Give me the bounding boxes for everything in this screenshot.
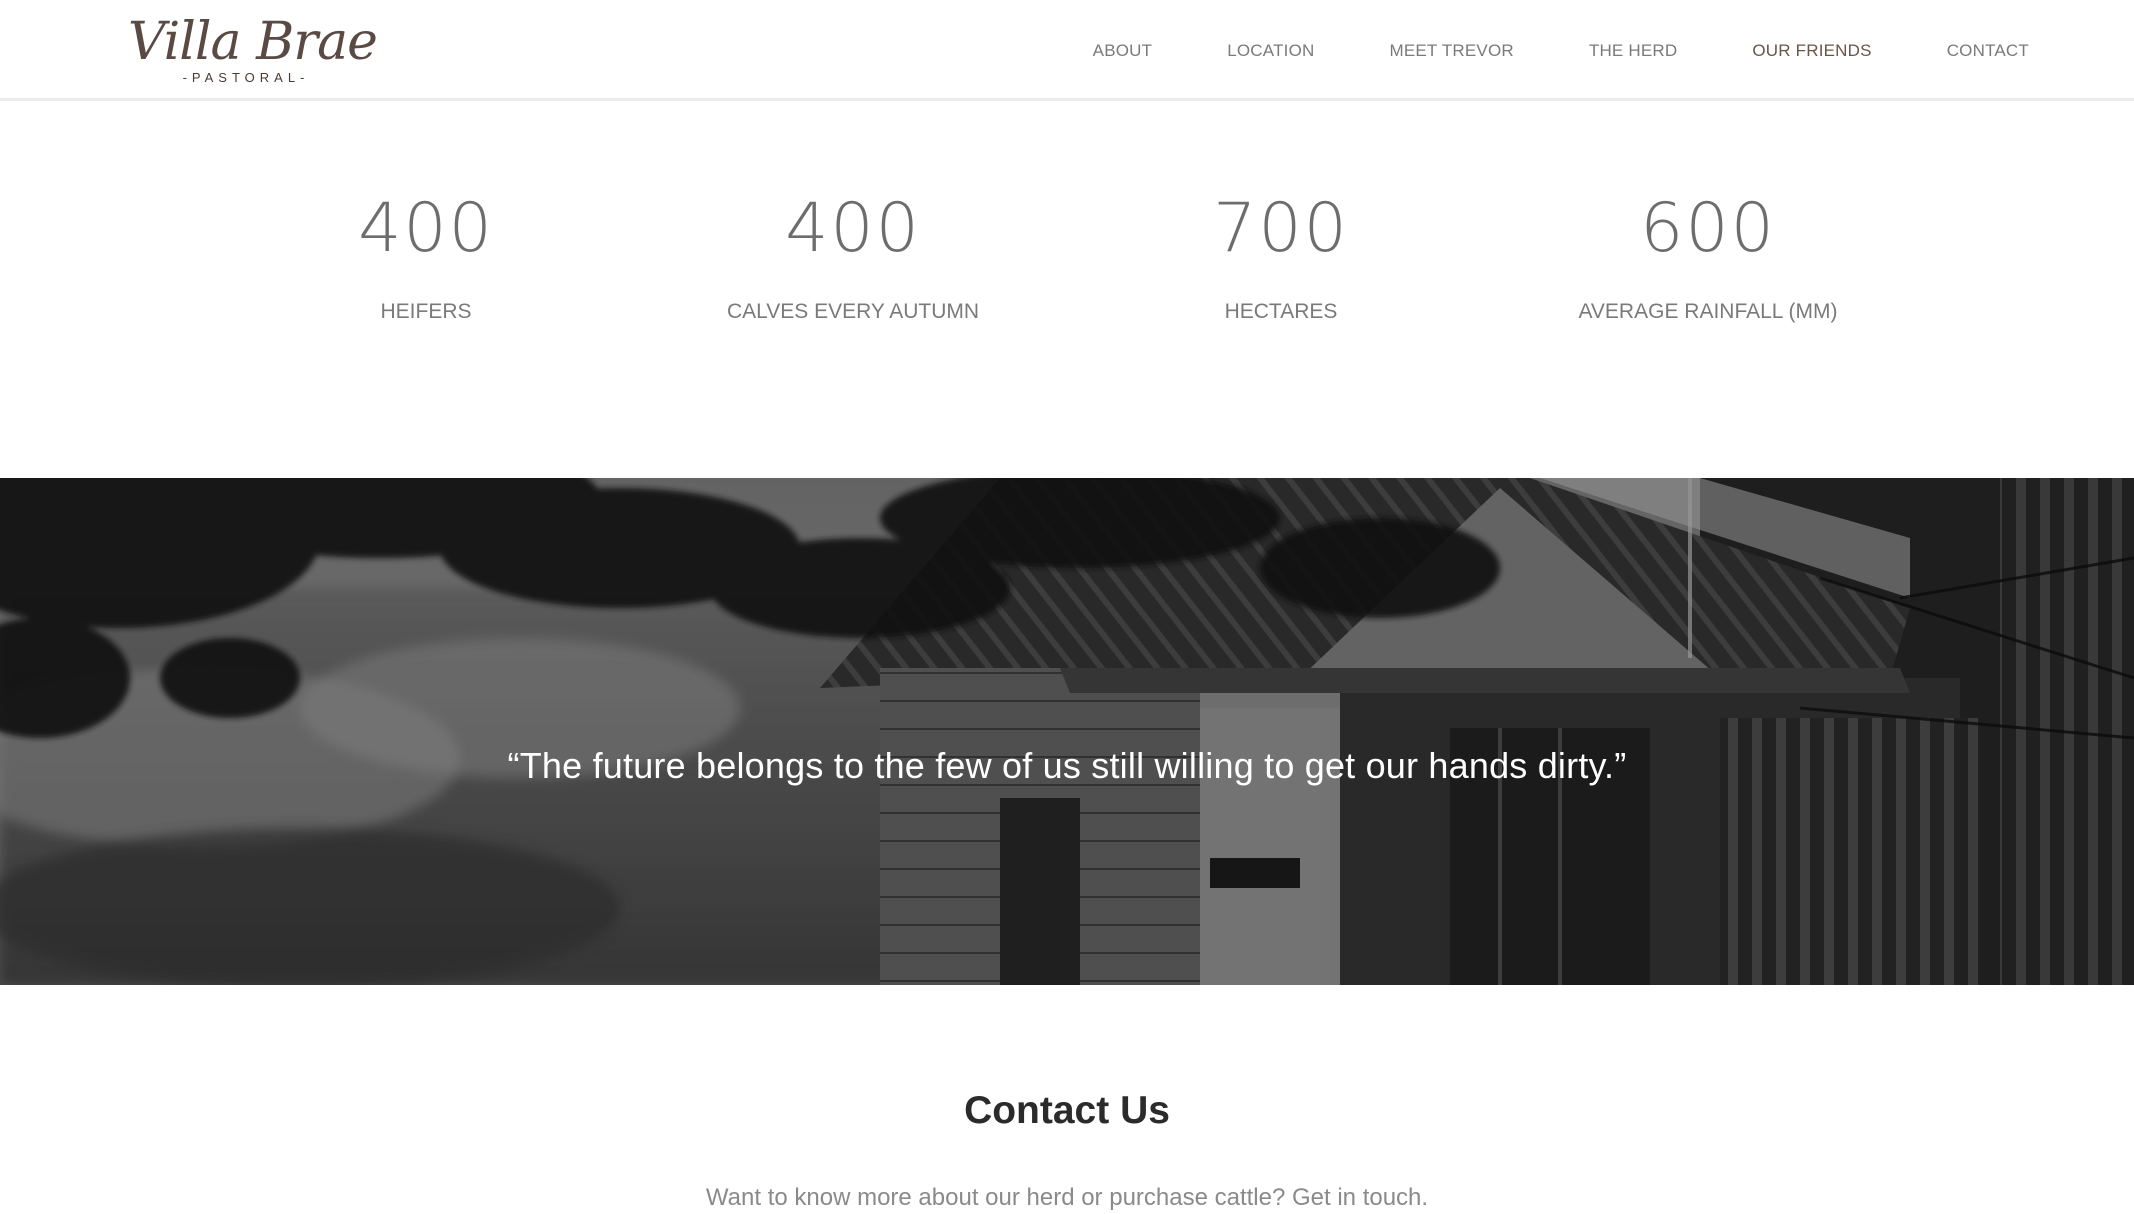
stat-value: 400 bbox=[358, 189, 494, 268]
banner-quote: “The future belongs to the few of us sti… bbox=[507, 745, 1627, 786]
contact-intro: Want to know more about our herd or purc… bbox=[705, 1184, 1429, 1211]
stat-value: 700 bbox=[1213, 189, 1349, 268]
nav-location[interactable]: LOCATION bbox=[1227, 41, 1314, 61]
contact-section: Contact Us Want to know more about our h… bbox=[0, 985, 2134, 1214]
contact-title: Contact Us bbox=[964, 1089, 1170, 1132]
stats-section: 400 HEIFERS 400 CALVES EVERY AUTUMN 700 … bbox=[0, 101, 2134, 478]
nav-meet-trevor[interactable]: MEET TREVOR bbox=[1389, 41, 1513, 61]
brand-name: Villa Brae bbox=[128, 12, 378, 72]
stat-label: HECTARES bbox=[1224, 300, 1338, 323]
nav-our-friends[interactable]: OUR FRIENDS bbox=[1752, 41, 1871, 61]
stat-hectares: 700 HECTARES bbox=[1101, 189, 1461, 325]
stat-calves: 400 CALVES EVERY AUTUMN bbox=[673, 189, 1033, 325]
stat-value: 600 bbox=[1640, 189, 1776, 268]
stat-heifers: 400 HEIFERS bbox=[246, 189, 606, 325]
site-header: Villa Brae -PASTORAL- ABOUT LOCATION MEE… bbox=[0, 0, 2134, 101]
nav-about[interactable]: ABOUT bbox=[1093, 41, 1153, 61]
nav-contact[interactable]: CONTACT bbox=[1947, 41, 2029, 61]
brand-tagline: -PASTORAL- bbox=[182, 70, 310, 85]
main-nav: ABOUT LOCATION MEET TREVOR THE HERD OUR … bbox=[1018, 0, 2029, 101]
stat-label: CALVES EVERY AUTUMN bbox=[726, 300, 980, 323]
stat-rainfall: 600 AVERAGE RAINFALL (MM) bbox=[1528, 189, 1888, 325]
nav-the-herd[interactable]: THE HERD bbox=[1589, 41, 1678, 61]
brand-logo[interactable]: Villa Brae -PASTORAL- bbox=[128, 10, 378, 90]
stat-value: 400 bbox=[785, 189, 921, 268]
banner-overlay bbox=[0, 478, 2134, 985]
stat-label: AVERAGE RAINFALL (MM) bbox=[1578, 300, 1838, 323]
stat-label: HEIFERS bbox=[380, 300, 472, 323]
quote-banner: “The future belongs to the few of us sti… bbox=[0, 478, 2134, 985]
